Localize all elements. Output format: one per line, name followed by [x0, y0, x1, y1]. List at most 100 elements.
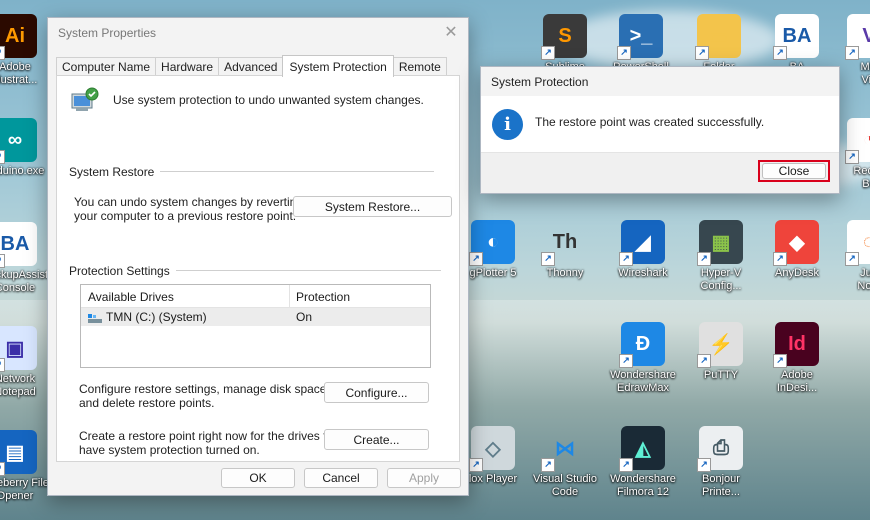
system-properties-window: System Properties ✕ Computer Name Hardwa…	[47, 17, 469, 496]
protection-settings-group-label: Protection Settings	[69, 264, 176, 278]
system-restore-button[interactable]: System Restore...	[293, 196, 452, 217]
tab-remote[interactable]: Remote	[392, 57, 447, 76]
app-icon: Ð ↗	[619, 322, 665, 368]
drive-name: TMN (C:) (System)	[106, 310, 207, 324]
desktop-icon-label: Hyper-V Config...	[700, 267, 742, 292]
shortcut-arrow-icon: ↗	[541, 46, 555, 60]
shortcut-arrow-icon: ↗	[541, 252, 555, 266]
desktop-icon-label: Blueberry File Opener	[0, 477, 49, 502]
shortcut-arrow-icon: ↗	[0, 462, 5, 476]
info-icon: i	[492, 109, 523, 140]
app-icon: Id ↗	[773, 322, 819, 368]
drive-row[interactable]: TMN (C:) (System) On	[81, 308, 430, 326]
shortcut-arrow-icon: ↗	[773, 354, 787, 368]
shortcut-arrow-icon: ↗	[0, 150, 5, 164]
cancel-button[interactable]: Cancel	[304, 468, 378, 488]
shortcut-arrow-icon: ↗	[695, 46, 709, 60]
drives-list-header: Available Drives Protection	[81, 285, 430, 308]
desktop-icon[interactable]: ∞↗Arduino.exe	[0, 118, 54, 178]
apply-button[interactable]: Apply	[387, 468, 461, 488]
drive-icon	[88, 312, 102, 323]
desktop-icon-label: Wondershare EdrawMax	[610, 369, 676, 394]
shortcut-arrow-icon: ↗	[773, 46, 787, 60]
app-icon: ⋈ ↗	[541, 426, 587, 472]
desktop-icon[interactable]: ⚡ ↗ PuTTY	[682, 322, 760, 382]
desktop-icon[interactable]: ▦ ↗ Hyper-V Config...	[682, 220, 760, 293]
column-available-drives[interactable]: Available Drives	[88, 290, 174, 304]
desktop-icon-label: Jup Note	[857, 267, 870, 292]
create-button[interactable]: Create...	[324, 429, 429, 450]
desktop-icon[interactable]: ◭ ↗ Wondershare Filmora 12	[604, 426, 682, 499]
app-icon: ∞↗	[0, 118, 37, 164]
window-titlebar[interactable]: System Properties ✕	[48, 18, 468, 48]
system-restore-group-label: System Restore	[69, 165, 161, 179]
desktop-icon-label: Wireshark	[618, 267, 668, 279]
tab-advanced[interactable]: Advanced	[218, 57, 284, 76]
app-icon: ▤↗	[0, 430, 37, 476]
column-protection[interactable]: Protection	[296, 290, 350, 304]
desktop-icon-label: Visual Studio Code	[532, 473, 597, 498]
desktop-icon[interactable]: Id ↗ Adobe InDesi...	[758, 322, 836, 395]
desktop-icon[interactable]: ⋈ ↗ Visual Studio Code	[526, 426, 604, 499]
dialog-titlebar[interactable]: System Protection	[481, 67, 839, 96]
app-icon: ◭ ↗	[619, 426, 665, 472]
desktop-icon[interactable]: ▣↗Network Notepad	[0, 326, 54, 399]
shortcut-arrow-icon: ↗	[541, 458, 555, 472]
dialog-close-button[interactable]: Close	[762, 163, 826, 179]
app-icon: >_ ↗	[617, 14, 663, 60]
tab-computer-name[interactable]: Computer Name	[56, 57, 157, 76]
app-icon: BA↗	[773, 14, 819, 60]
desktop-icon[interactable]: Th ↗ Thonny	[526, 220, 604, 280]
shortcut-arrow-icon: ↗	[0, 254, 5, 268]
desktop-icon[interactable]: BA↗BA	[758, 14, 836, 74]
tab-system-protection[interactable]: System Protection	[282, 55, 394, 77]
desktop-icon[interactable]: Ai↗Adobe Illustrat...	[0, 14, 54, 87]
desktop-icon[interactable]: ⎙ ↗ Bonjour Printe...	[682, 426, 760, 499]
desktop-icon[interactable]: ◆ ↗ AnyDesk	[758, 220, 836, 280]
shortcut-arrow-icon: ↗	[619, 458, 633, 472]
app-icon: ▭ ↗	[695, 14, 741, 60]
desktop-icon[interactable]: ▤↗Blueberry File Opener	[0, 430, 54, 503]
system-protection-icon	[70, 86, 100, 116]
app-icon: ◆ ↗	[773, 220, 819, 266]
app-icon: ◔ ↗	[845, 118, 870, 164]
desktop-icon-label: Thonny	[546, 267, 584, 279]
app-icon: ▦ ↗	[697, 220, 743, 266]
drive-protection: On	[296, 310, 313, 324]
close-icon[interactable]: ✕	[442, 24, 460, 42]
desktop-icon[interactable]: ◌↗Jup Note	[830, 220, 870, 293]
shortcut-arrow-icon: ↗	[845, 252, 859, 266]
create-description: Create a restore point right now for the…	[79, 429, 343, 457]
shortcut-arrow-icon: ↗	[617, 46, 631, 60]
shortcut-arrow-icon: ↗	[697, 458, 711, 472]
desktop-icon[interactable]: >_↗PowerShell	[602, 14, 680, 74]
desktop-icon-label: Adobe Illustrat...	[0, 61, 38, 86]
drives-list[interactable]: Available Drives Protection TMN (C:) (Sy…	[80, 284, 431, 368]
app-icon: ▣↗	[0, 326, 37, 372]
tab-hardware[interactable]: Hardware	[155, 57, 220, 76]
app-icon: S ↗	[541, 14, 587, 60]
dialog-message: The restore point was created successful…	[535, 115, 765, 129]
system-restore-description: You can undo system changes by reverting…	[74, 195, 304, 223]
shortcut-arrow-icon: ↗	[469, 458, 483, 472]
ok-button[interactable]: OK	[221, 468, 295, 488]
dialog-footer: Close	[481, 152, 839, 193]
desktop-icon[interactable]: ▭↗Folder	[680, 14, 758, 74]
desktop-icon[interactable]: ◢ ↗ Wireshark	[604, 220, 682, 280]
shortcut-arrow-icon: ↗	[845, 150, 859, 164]
desktop-icon-label: BackupAssist Console	[0, 269, 49, 294]
app-icon: ⚡ ↗	[697, 322, 743, 368]
desktop-icon[interactable]: Ð ↗ Wondershare EdrawMax	[604, 322, 682, 395]
shortcut-arrow-icon: ↗	[619, 252, 633, 266]
configure-description: Configure restore settings, manage disk …	[79, 382, 330, 410]
app-icon: ⎙ ↗	[697, 426, 743, 472]
configure-button[interactable]: Configure...	[324, 382, 429, 403]
desktop-icon[interactable]: S↗Sublime	[526, 14, 604, 74]
shortcut-arrow-icon: ↗	[697, 252, 711, 266]
shortcut-arrow-icon: ↗	[773, 252, 787, 266]
desktop-icon-label: Adobe InDesi...	[776, 369, 818, 394]
shortcut-arrow-icon: ↗	[0, 46, 5, 60]
desktop-icon[interactable]: BA↗BackupAssist Console	[0, 222, 54, 295]
desktop-icon-label: AnyDesk	[774, 267, 820, 279]
desktop-icon-label: Arduino.exe	[0, 165, 45, 177]
